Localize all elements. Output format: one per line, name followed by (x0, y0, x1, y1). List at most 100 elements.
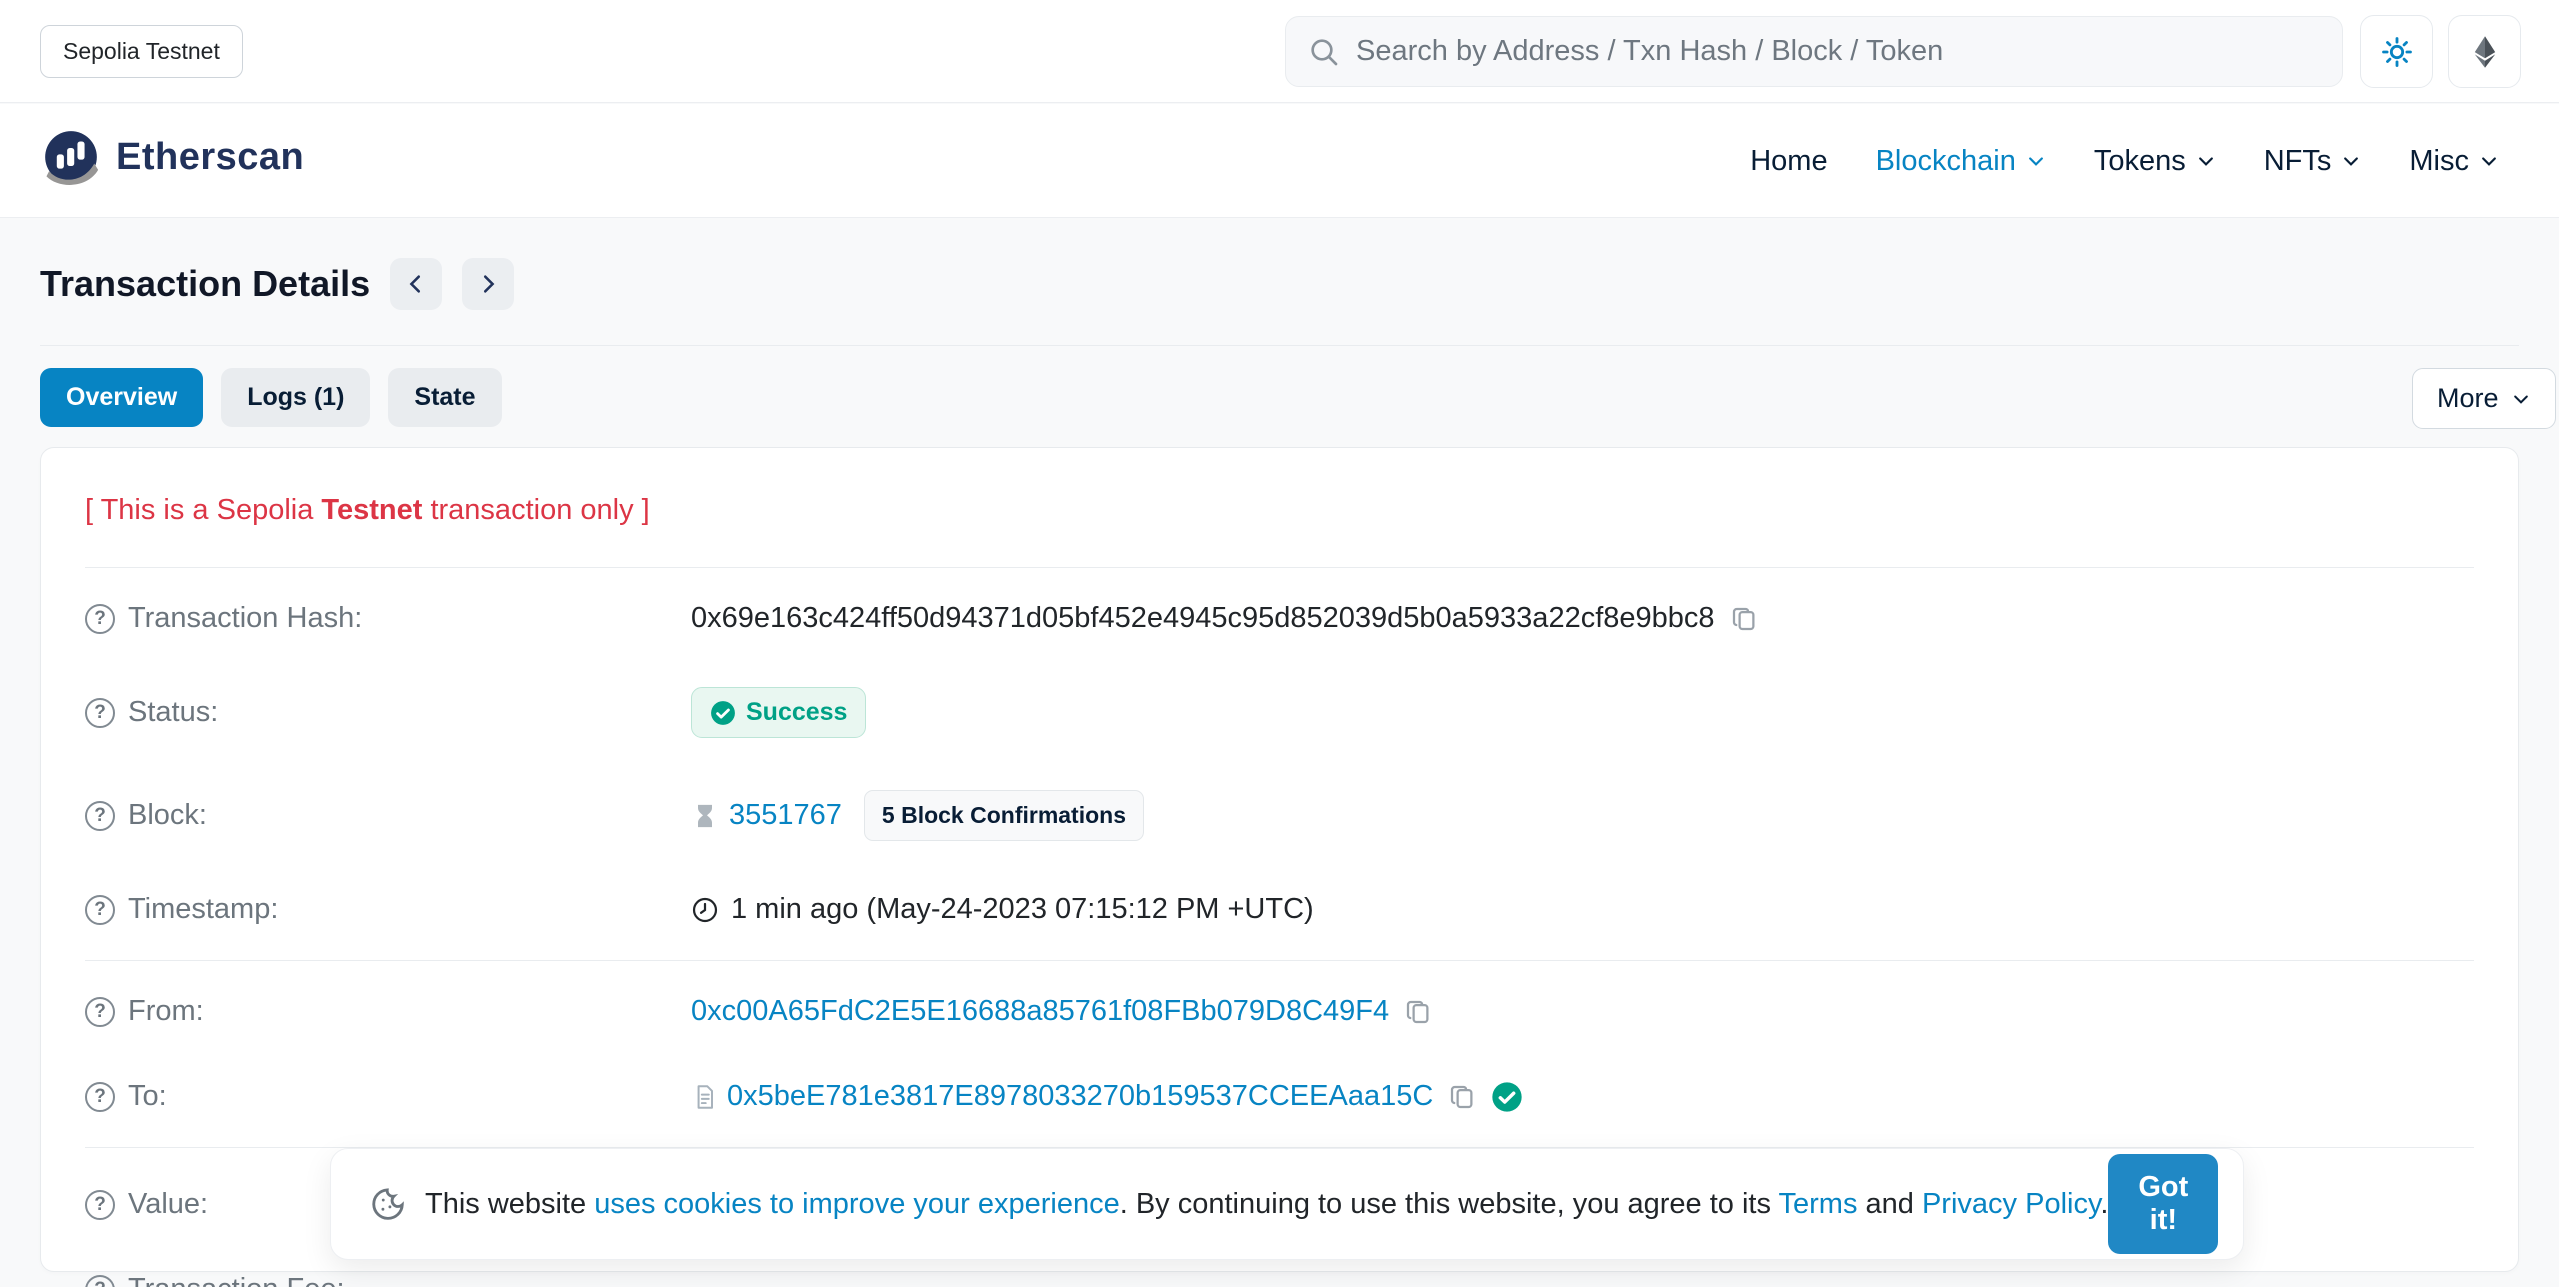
transaction-fee-label: Transaction Fee: (128, 1273, 345, 1287)
cookie-consent-banner: This website uses cookies to improve you… (330, 1148, 2244, 1260)
question-circle-icon[interactable]: ? (85, 1082, 115, 1112)
tab-overview[interactable]: Overview (40, 368, 203, 427)
contract-file-icon (691, 1083, 719, 1111)
main-nav: Home Blockchain Tokens NFTs Misc (1750, 104, 2499, 218)
search-bar[interactable] (1285, 16, 2343, 87)
row-label: ? Status: (85, 696, 691, 729)
row-label: ? Block: (85, 799, 691, 832)
testnet-notice: [ This is a Sepolia Testnet transaction … (85, 494, 2474, 527)
network-switch-button[interactable] (2448, 15, 2521, 88)
chevron-down-icon (2341, 151, 2361, 171)
transaction-hash-value: 0x69e163c424ff50d94371d05bf452e4945c95d8… (691, 602, 1715, 635)
copy-to-address-button[interactable] (1447, 1082, 1477, 1112)
copy-from-address-button[interactable] (1403, 997, 1433, 1027)
brand-logo[interactable]: Etherscan (40, 126, 304, 188)
value-label: Value: (128, 1188, 208, 1221)
nav-item-nfts[interactable]: NFTs (2264, 145, 2362, 178)
row-label: ? From: (85, 995, 691, 1028)
nav-item-home[interactable]: Home (1750, 145, 1827, 178)
cookie-banner-text: This website uses cookies to improve you… (425, 1188, 2108, 1221)
chevron-down-icon (2026, 151, 2046, 171)
nav-item-misc-label: Misc (2409, 145, 2469, 178)
more-dropdown-button[interactable]: More (2412, 368, 2556, 429)
testnet-notice-prefix: [ This is a Sepolia (85, 494, 321, 526)
nav-item-misc[interactable]: Misc (2409, 145, 2499, 178)
copy-icon (1403, 997, 1433, 1027)
cookies-info-link[interactable]: uses cookies to improve your experience (594, 1188, 1119, 1220)
question-circle-icon[interactable]: ? (85, 698, 115, 728)
status-badge: Success (691, 687, 866, 738)
copy-hash-button[interactable] (1729, 604, 1759, 634)
brand-name: Etherscan (116, 136, 304, 179)
question-circle-icon[interactable]: ? (85, 997, 115, 1027)
nav-item-blockchain[interactable]: Blockchain (1876, 145, 2046, 178)
timestamp-value: 1 min ago (May-24-2023 07:15:12 PM +UTC) (731, 893, 1314, 926)
copy-icon (1729, 604, 1759, 634)
tab-logs[interactable]: Logs (1) (221, 368, 370, 427)
row-from: ? From: 0xc00A65FdC2E5E16688a85761f08FBb… (85, 961, 2474, 1054)
from-address-link[interactable]: 0xc00A65FdC2E5E16688a85761f08FBb079D8C49… (691, 995, 1389, 1028)
previous-transaction-button[interactable] (390, 258, 442, 310)
check-circle-icon (710, 700, 736, 726)
next-transaction-button[interactable] (462, 258, 514, 310)
question-circle-icon[interactable]: ? (85, 1190, 115, 1220)
block-number-link[interactable]: 3551767 (729, 799, 842, 832)
search-icon (1308, 36, 1340, 68)
row-label: ? To: (85, 1080, 691, 1113)
clock-icon (691, 896, 719, 924)
block-confirmations-badge: 5 Block Confirmations (864, 790, 1144, 841)
row-status: ? Status: Success (85, 661, 2474, 764)
theme-toggle-button[interactable] (2360, 15, 2433, 88)
row-timestamp: ? Timestamp: 1 min ago (May-24-2023 07:1… (85, 867, 2474, 960)
tab-state[interactable]: State (388, 368, 501, 427)
cookie-text-mid: . By continuing to use this website, you… (1120, 1188, 1779, 1220)
question-circle-icon[interactable]: ? (85, 801, 115, 831)
nav-item-nfts-label: NFTs (2264, 145, 2332, 178)
to-address-link[interactable]: 0x5beE781e3817E8978033270b159537CCEEAaa1… (727, 1080, 1433, 1113)
page-heading: Transaction Details (40, 258, 514, 310)
ethereum-icon (2467, 34, 2503, 70)
chevron-left-icon (405, 273, 427, 295)
question-circle-icon[interactable]: ? (85, 1275, 115, 1287)
verified-check-circle-icon (1491, 1081, 1523, 1113)
row-block: ? Block: 3551767 5 Block Confirmations (85, 764, 2474, 867)
block-label: Block: (128, 799, 207, 832)
row-label: ? Timestamp: (85, 893, 691, 926)
etherscan-logo-icon (40, 126, 102, 188)
cookie-text-and: and (1857, 1188, 1922, 1220)
testnet-notice-suffix: transaction only ] (422, 494, 649, 526)
status-label: Status: (128, 696, 218, 729)
from-label: From: (128, 995, 204, 1028)
page-title: Transaction Details (40, 263, 370, 305)
nav-item-tokens[interactable]: Tokens (2094, 145, 2216, 178)
nav-item-tokens-label: Tokens (2094, 145, 2186, 178)
privacy-policy-link[interactable]: Privacy Policy (1922, 1188, 2100, 1220)
question-circle-icon[interactable]: ? (85, 895, 115, 925)
nav-item-blockchain-label: Blockchain (1876, 145, 2016, 178)
status-value: Success (746, 698, 847, 727)
row-transaction-hash: ? Transaction Hash: 0x69e163c424ff50d943… (85, 568, 2474, 661)
more-label: More (2437, 383, 2499, 414)
chevron-down-icon (2196, 151, 2216, 171)
chevron-right-icon (477, 273, 499, 295)
cookie-icon (369, 1185, 407, 1223)
cookie-text-prefix: This website (425, 1188, 594, 1220)
tab-bar: Overview Logs (1) State (40, 368, 502, 427)
search-input[interactable] (1356, 35, 2320, 68)
nav-bar: Etherscan Home Blockchain Tokens NFTs Mi… (0, 104, 2559, 218)
testnet-notice-bold: Testnet (321, 494, 422, 526)
terms-link[interactable]: Terms (1779, 1188, 1858, 1220)
cookie-accept-button[interactable]: Got it! (2108, 1154, 2218, 1254)
heading-divider (40, 345, 2519, 346)
to-label: To: (128, 1080, 167, 1113)
transaction-hash-label: Transaction Hash: (128, 602, 362, 635)
row-label: ? Transaction Hash: (85, 602, 691, 635)
row-to: ? To: 0x5beE781e3817E8978033270b159537CC… (85, 1054, 2474, 1147)
cookie-text-suffix: . (2100, 1188, 2108, 1220)
hourglass-icon (691, 802, 719, 830)
network-badge[interactable]: Sepolia Testnet (40, 25, 243, 78)
question-circle-icon[interactable]: ? (85, 604, 115, 634)
chevron-down-icon (2479, 151, 2499, 171)
timestamp-label: Timestamp: (128, 893, 278, 926)
sun-icon (2380, 35, 2414, 69)
